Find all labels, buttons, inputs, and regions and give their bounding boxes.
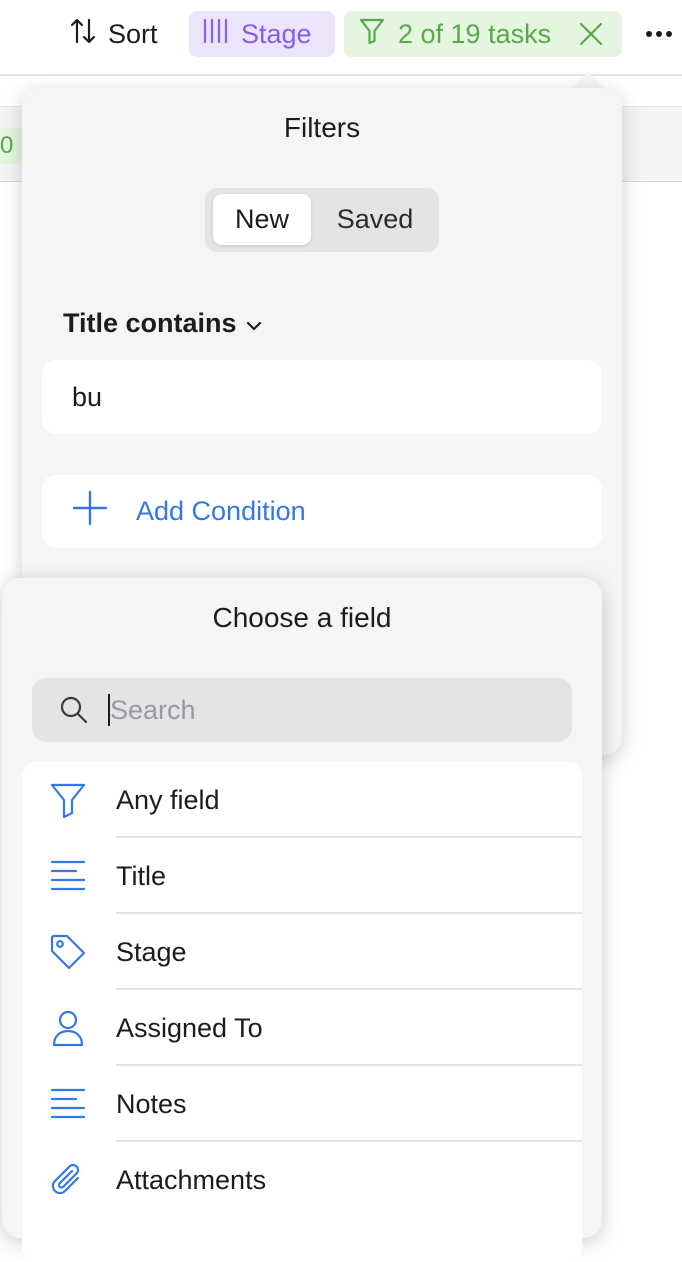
field-option-title[interactable]: Title (22, 838, 582, 914)
clear-filter-icon[interactable] (578, 21, 604, 54)
field-option-label: Assigned To (116, 1013, 263, 1043)
field-option-attachments[interactable]: Attachments (22, 1142, 582, 1218)
field-option-assigned-to[interactable]: Assigned To (22, 990, 582, 1066)
field-option-notes[interactable]: Notes (22, 1066, 582, 1142)
add-condition-label: Add Condition (136, 496, 306, 526)
funnel-icon (48, 780, 88, 820)
columns-icon (201, 18, 231, 51)
search-icon (58, 694, 90, 731)
field-option-label: Any field (116, 785, 220, 815)
field-option-label: Attachments (116, 1165, 267, 1195)
stage-label: Stage (241, 18, 312, 49)
choose-field-popover-arrow (550, 562, 586, 579)
filter-mode-segmented-control: New Saved (205, 188, 439, 252)
condition-value-field[interactable]: bu (42, 360, 602, 434)
chevron-down-icon (245, 308, 263, 339)
person-icon (48, 1008, 88, 1048)
condition-field-selector[interactable]: Title contains (63, 308, 263, 339)
search-placeholder: Search (110, 695, 196, 725)
choose-field-title: Choose a field (212, 602, 392, 633)
funnel-icon (358, 17, 386, 52)
filters-title: Filters (283, 112, 361, 143)
field-option-label: Notes (116, 1089, 187, 1119)
sort-button[interactable]: Sort (68, 12, 158, 56)
plus-icon (72, 490, 108, 533)
filters-popover-arrow (570, 72, 606, 89)
field-option-stage[interactable]: Stage (22, 914, 582, 990)
filter-button[interactable]: 2 of 19 tasks (344, 11, 622, 57)
toolbar: Sort Stage 2 of 19 tasks (0, 0, 682, 72)
field-option-label: Title (116, 861, 167, 891)
segment-saved[interactable]: Saved (317, 194, 433, 245)
add-condition-button[interactable]: Add Condition (42, 475, 602, 548)
more-options-icon[interactable] (644, 22, 674, 46)
field-list: Any field Title Stage Assigned To Notes … (22, 762, 582, 1262)
sort-label: Sort (108, 18, 158, 49)
field-option-any-field[interactable]: Any field (22, 762, 582, 838)
condition-label: Title contains (63, 308, 237, 338)
paperclip-icon (48, 1160, 88, 1200)
segment-new[interactable]: New (213, 194, 311, 245)
filter-count-label: 2 of 19 tasks (398, 18, 552, 49)
stage-grouping-button[interactable]: Stage (189, 11, 335, 57)
text-lines-icon (48, 1084, 88, 1124)
tag-icon (48, 932, 88, 972)
sort-arrows-icon (68, 16, 98, 53)
choose-field-popover: Choose a field Search Any field Title St… (2, 578, 602, 1262)
text-lines-icon (48, 856, 88, 896)
field-search-input[interactable]: Search (32, 678, 572, 742)
field-option-label: Stage (116, 937, 187, 967)
